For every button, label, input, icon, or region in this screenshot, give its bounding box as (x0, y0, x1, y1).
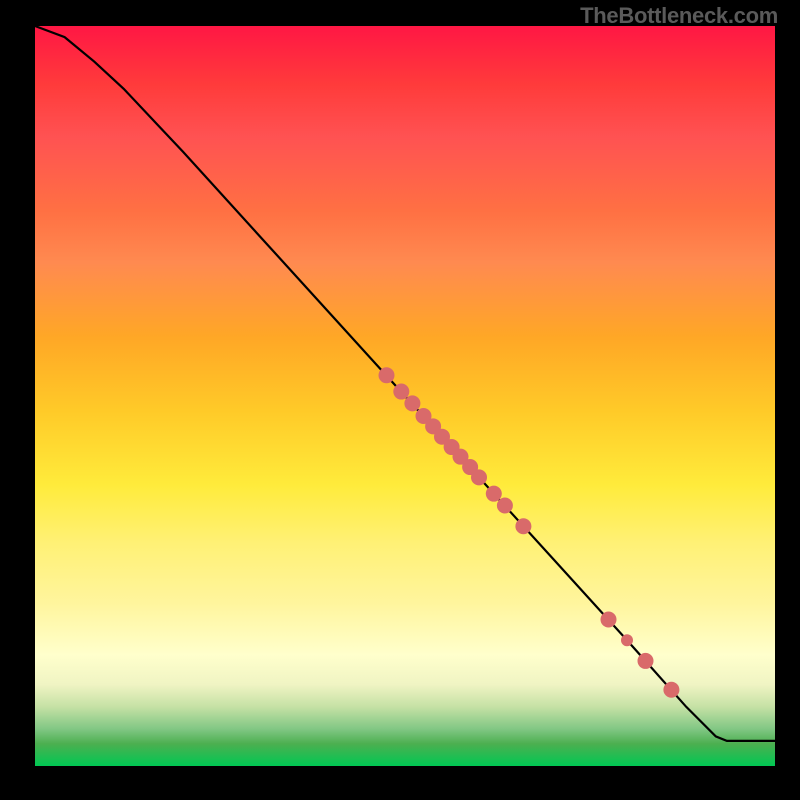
watermark-text: TheBottleneck.com (580, 3, 778, 29)
chart-svg (35, 26, 775, 766)
data-marker (515, 518, 531, 534)
data-marker (621, 634, 633, 646)
data-marker (601, 611, 617, 627)
data-marker (486, 486, 502, 502)
data-marker (393, 384, 409, 400)
plot-area (35, 26, 775, 766)
data-marker (638, 653, 654, 669)
data-marker (379, 367, 395, 383)
data-marker (663, 682, 679, 698)
data-marker (497, 498, 513, 514)
data-marker (471, 469, 487, 485)
curve-line (35, 26, 775, 741)
data-marker (404, 395, 420, 411)
